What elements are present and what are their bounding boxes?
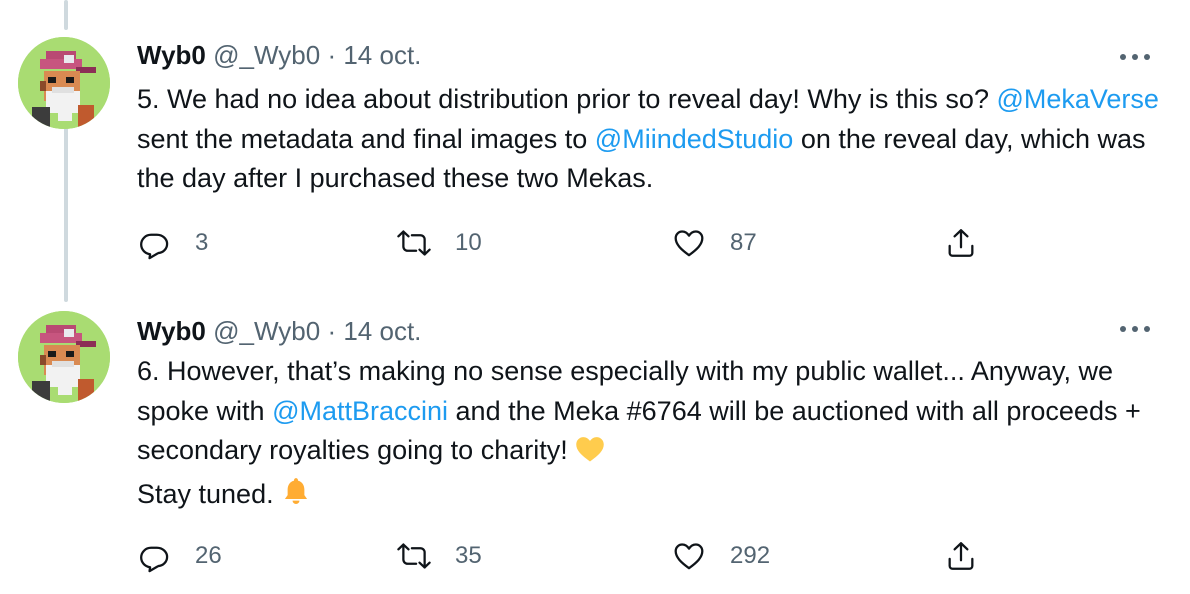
avatar[interactable] [18, 37, 110, 129]
retweet-button[interactable]: 35 [397, 536, 482, 576]
like-count: 87 [730, 229, 757, 256]
more-icon[interactable] [1120, 52, 1150, 62]
avatar-pixel-art [18, 37, 110, 129]
tweet-date[interactable]: 14 oct. [343, 316, 421, 346]
like-button[interactable]: 292 [672, 536, 770, 576]
share-icon [948, 542, 974, 570]
retweet-icon [397, 230, 431, 256]
reply-button[interactable]: 26 [137, 536, 222, 576]
tweet-header: Wyb0 @_Wyb0 · 14 oct. [137, 316, 421, 346]
tweet-text: 6. However, that’s making no sense espec… [137, 352, 1167, 518]
reply-count: 26 [195, 542, 222, 569]
tweet-text-part: 5. We had no idea about distribution pri… [137, 84, 997, 114]
author-handle[interactable]: @_Wyb0 [213, 316, 320, 346]
yellow-heart-emoji [575, 435, 605, 475]
share-button[interactable] [944, 536, 978, 576]
tweet-text: 5. We had no idea about distribution pri… [137, 80, 1167, 199]
like-count: 292 [730, 542, 771, 569]
mention-link[interactable]: @MekaVerse [996, 84, 1158, 114]
tweet-text-part: sent the metadata and final images to [137, 123, 595, 154]
separator: · [327, 316, 337, 346]
retweet-button[interactable]: 10 [397, 223, 482, 263]
share-button[interactable] [944, 223, 978, 263]
avatar-pixel-art [18, 311, 110, 403]
avatar[interactable] [18, 311, 110, 403]
tweet[interactable]: Wyb0 @_Wyb0 · 14 oct. 6. However, that’s… [0, 296, 1190, 594]
like-button[interactable]: 87 [672, 223, 757, 263]
tweet-text-part: Stay tuned. [137, 478, 282, 509]
tweet-actions: 3 10 87 [0, 223, 1190, 263]
author-name[interactable]: Wyb0 [137, 40, 206, 70]
more-icon[interactable] [1120, 324, 1150, 334]
retweet-count: 35 [455, 542, 482, 569]
reply-button[interactable]: 3 [137, 223, 208, 263]
author-handle[interactable]: @_Wyb0 [213, 40, 320, 70]
heart-icon [674, 230, 704, 257]
tweet[interactable]: Wyb0 @_Wyb0 · 14 oct. 5. We had no idea … [0, 0, 1190, 296]
tweet-date[interactable]: 14 oct. [343, 40, 421, 70]
author-name[interactable]: Wyb0 [137, 316, 206, 346]
reply-icon [140, 546, 169, 573]
retweet-icon [397, 543, 431, 569]
tweet-header: Wyb0 @_Wyb0 · 14 oct. [137, 40, 421, 70]
bell-emoji [281, 475, 311, 519]
mention-link[interactable]: @MiindedStudio [595, 124, 794, 154]
reply-count: 3 [195, 229, 209, 256]
reply-icon [140, 233, 169, 260]
heart-icon [674, 543, 704, 570]
separator: · [327, 40, 337, 70]
tweet-actions: 26 35 292 [0, 536, 1190, 576]
retweet-count: 10 [455, 229, 482, 256]
share-icon [948, 229, 974, 257]
mention-link[interactable]: @MattBraccini [272, 396, 448, 426]
